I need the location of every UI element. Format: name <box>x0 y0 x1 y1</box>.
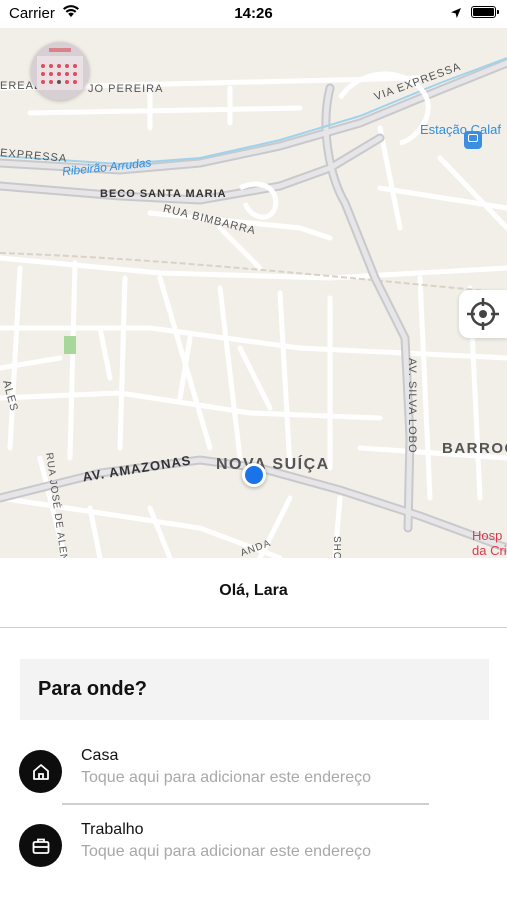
home-icon <box>19 750 62 793</box>
saved-place-work[interactable]: Trabalho Toque aqui para adicionar este … <box>0 821 507 881</box>
place-subtitle: Toque aqui para adicionar este endereço <box>81 769 371 786</box>
clock: 14:26 <box>234 5 273 22</box>
map-label: JO PEREIRA <box>88 83 164 95</box>
map-label: NOVA SUÍÇA <box>216 456 330 473</box>
crosshair-icon <box>467 298 499 330</box>
recenter-location-button[interactable] <box>459 290 507 338</box>
divider <box>0 627 507 628</box>
greeting: Olá, Lara <box>219 582 288 599</box>
battery-icon <box>471 6 499 18</box>
current-location-marker <box>242 463 266 487</box>
map-label: Estação Calaf <box>420 122 501 137</box>
map-label: AV. SILVA LOBO <box>406 358 418 454</box>
map-label: da Cri <box>472 543 507 558</box>
destination-search-label: Para onde? <box>38 678 147 700</box>
map-label: SHO <box>331 536 342 558</box>
place-title: Trabalho <box>81 821 144 838</box>
place-subtitle: Toque aqui para adicionar este endereço <box>81 843 371 860</box>
avatar[interactable] <box>31 42 89 100</box>
map-label: BECO SANTA MARIA <box>100 188 227 200</box>
saved-place-home[interactable]: Casa Toque aqui para adicionar este ende… <box>0 747 507 807</box>
briefcase-icon <box>19 824 62 867</box>
location-arrow-icon <box>451 8 461 18</box>
destination-search-button[interactable]: Para onde? <box>20 659 489 720</box>
place-title: Casa <box>81 747 119 764</box>
divider <box>62 803 429 805</box>
map-label: Hosp <box>472 528 503 543</box>
status-bar: Carrier 14:26 <box>0 0 507 28</box>
map-label: BARROC <box>442 440 507 457</box>
